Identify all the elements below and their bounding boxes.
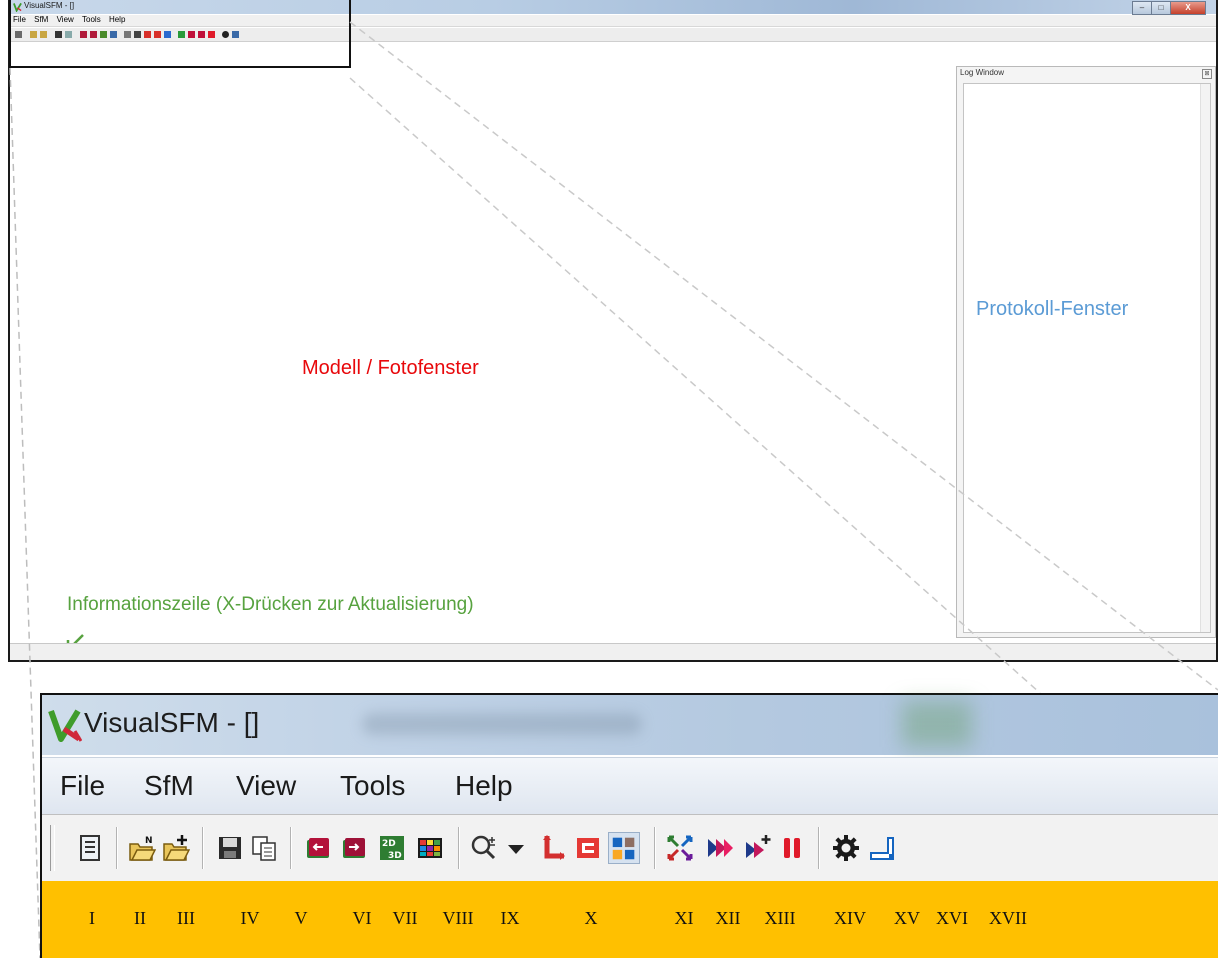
zoom-source-highlight bbox=[9, 0, 351, 68]
close-button[interactable]: X bbox=[1170, 1, 1206, 15]
info-line-label: Informationszeile (X-Drücken zur Aktuali… bbox=[67, 594, 474, 615]
copy-icon[interactable] bbox=[250, 834, 278, 862]
toolbar-separator bbox=[202, 827, 204, 869]
blurred-background bbox=[362, 713, 642, 735]
add-images-icon[interactable] bbox=[162, 834, 190, 862]
log-window-title: Log Window bbox=[960, 68, 1005, 77]
visualsfm-main-window: VisualSFM - [] – □ X File SfM View Tools… bbox=[8, 0, 1218, 662]
numeral-label: I bbox=[89, 908, 95, 928]
numeral-label: XIV bbox=[834, 908, 866, 928]
show-thumbnails-icon[interactable] bbox=[416, 834, 444, 862]
toolbar-separator bbox=[654, 827, 656, 869]
pause-icon[interactable] bbox=[778, 834, 806, 862]
numeral-label: VII bbox=[392, 908, 418, 928]
save-nvm-icon[interactable] bbox=[216, 834, 244, 862]
zoom-toolbar: N 2D 3D bbox=[42, 814, 1218, 882]
toolbar-separator bbox=[290, 827, 292, 869]
numeral-label: VIII bbox=[442, 908, 474, 928]
toolbar-grip[interactable] bbox=[50, 825, 55, 871]
minimize-button[interactable]: – bbox=[1132, 1, 1152, 15]
menu-tools[interactable]: Tools bbox=[340, 770, 405, 802]
numeral-label: III bbox=[177, 908, 195, 928]
log-close-icon[interactable]: ⊠ bbox=[1202, 69, 1212, 79]
menu-file[interactable]: File bbox=[60, 770, 105, 802]
maximize-button[interactable]: □ bbox=[1151, 1, 1171, 15]
menu-sfm[interactable]: SfM bbox=[144, 770, 194, 802]
numeral-label: VI bbox=[352, 908, 372, 928]
zoomed-toolbar-detail: VisualSFM - [] File SfM View Tools Help … bbox=[40, 693, 1218, 882]
blurred-background bbox=[902, 701, 972, 747]
show-matches-icon[interactable] bbox=[574, 834, 602, 862]
show-match-matrix-icon[interactable] bbox=[608, 832, 640, 864]
model-window-label: Modell / Fotofenster bbox=[302, 357, 479, 379]
zoom-window-title: VisualSFM - [] bbox=[84, 707, 260, 738]
numeral-label: V bbox=[294, 908, 308, 928]
numeral-label: XI bbox=[674, 908, 694, 928]
zoom-title-bar: VisualSFM - [] bbox=[42, 695, 1218, 755]
settings-gear-icon[interactable] bbox=[832, 834, 860, 862]
log-window-toggle-icon[interactable] bbox=[76, 834, 104, 862]
dense-reconstruction-icon[interactable] bbox=[868, 834, 896, 862]
add-images-to-model-icon[interactable] bbox=[744, 834, 772, 862]
log-window: Log Window ⊠ bbox=[956, 66, 1216, 638]
svg-text:N: N bbox=[145, 836, 153, 846]
numeral-label: XVI bbox=[936, 908, 968, 928]
zoom-menu-bar: File SfM View Tools Help bbox=[42, 757, 1218, 814]
previous-image-icon[interactable] bbox=[304, 834, 332, 862]
status-bar bbox=[10, 643, 1216, 660]
numeral-label: X bbox=[584, 908, 598, 928]
zoom-icon[interactable] bbox=[470, 834, 498, 862]
numeral-label: IV bbox=[240, 908, 260, 928]
menu-help[interactable]: Help bbox=[455, 770, 513, 802]
numeral-label: II bbox=[134, 908, 146, 928]
numeral-label: XIII bbox=[764, 908, 796, 928]
compute-3d-reconstruction-icon[interactable] bbox=[706, 834, 734, 862]
switch-2d-3d-icon[interactable]: 2D 3D bbox=[378, 834, 406, 862]
numeral-label: XII bbox=[715, 908, 741, 928]
visualsfm-logo-icon bbox=[48, 709, 82, 742]
numeral-label: XV bbox=[894, 908, 920, 928]
numeral-label: IX bbox=[500, 908, 520, 928]
toolbar-separator bbox=[116, 827, 118, 869]
next-image-icon[interactable] bbox=[340, 834, 368, 862]
log-text-area[interactable] bbox=[963, 83, 1211, 633]
menu-view[interactable]: View bbox=[236, 770, 296, 802]
svg-text:3D: 3D bbox=[388, 851, 402, 861]
toolbar-separator bbox=[458, 827, 460, 869]
dropdown-arrow-icon[interactable] bbox=[502, 834, 530, 862]
log-scrollbar[interactable] bbox=[1200, 84, 1210, 632]
compute-missing-matches-icon[interactable] bbox=[666, 834, 694, 862]
window-controls: – □ X bbox=[1132, 1, 1206, 15]
svg-text:2D: 2D bbox=[382, 839, 396, 849]
log-window-annotation: Protokoll-Fenster bbox=[976, 298, 1129, 320]
numeral-label: XVII bbox=[989, 908, 1027, 928]
toolbar-numbering-legend: I II III IV V VI VII VIII IX X XI XII XI… bbox=[40, 881, 1218, 958]
open-multiple-images-icon[interactable]: N bbox=[128, 834, 156, 862]
show-features-icon[interactable] bbox=[538, 834, 566, 862]
toolbar-separator bbox=[818, 827, 820, 869]
